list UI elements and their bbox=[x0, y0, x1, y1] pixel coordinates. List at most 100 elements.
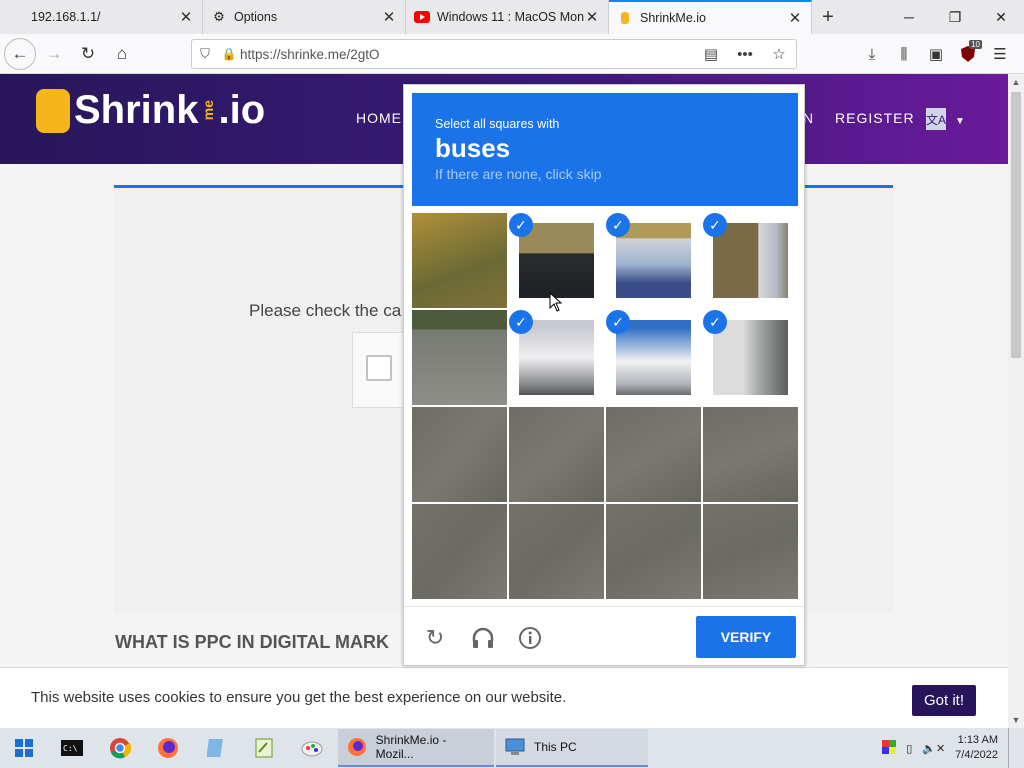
nav-register[interactable]: REGISTER bbox=[835, 110, 915, 126]
page-scrollbar[interactable]: ▲ ▼ bbox=[1008, 74, 1024, 728]
cookie-accept-button[interactable]: Got it! bbox=[912, 685, 976, 716]
captcha-tile-image bbox=[713, 223, 788, 298]
captcha-tile[interactable] bbox=[509, 504, 604, 599]
recaptcha-checkbox[interactable] bbox=[366, 355, 392, 381]
hand-icon bbox=[617, 10, 633, 26]
headphones-icon[interactable] bbox=[470, 625, 496, 651]
scrollbar-thumb[interactable] bbox=[1011, 92, 1021, 358]
captcha-tile[interactable] bbox=[412, 310, 507, 405]
notepadpp-icon[interactable] bbox=[240, 728, 288, 768]
window-controls: ─ ❐ ✕ bbox=[886, 0, 1024, 34]
captcha-tile[interactable] bbox=[606, 407, 701, 502]
chevron-down-icon[interactable]: ▼ bbox=[955, 116, 965, 127]
captcha-image-grid: ✓ ✓ ✓ ✓ ✓ ✓ bbox=[412, 213, 798, 599]
captcha-tile[interactable]: ✓ bbox=[703, 213, 798, 308]
verify-button[interactable]: VERIFY bbox=[696, 616, 796, 658]
chrome-icon[interactable] bbox=[96, 728, 144, 768]
windows-taskbar: C:\ ShrinkMe.io - Mozil... This PC ▯ 🔈✕ … bbox=[0, 728, 1024, 768]
captcha-tile[interactable] bbox=[412, 213, 507, 308]
captcha-tile[interactable]: ✓ bbox=[703, 310, 798, 405]
captcha-tile[interactable] bbox=[509, 407, 604, 502]
firefox-icon bbox=[346, 736, 368, 758]
back-button[interactable]: ← bbox=[4, 37, 36, 70]
bookmark-star-icon[interactable]: ☆ bbox=[762, 45, 796, 63]
captcha-tile[interactable]: ✓ bbox=[606, 213, 701, 308]
close-tab-icon[interactable]: ✕ bbox=[178, 8, 194, 26]
scroll-up-icon[interactable]: ▲ bbox=[1008, 74, 1024, 90]
more-actions-icon[interactable]: ••• bbox=[728, 46, 762, 63]
captcha-tile[interactable] bbox=[703, 504, 798, 599]
captcha-tile-image bbox=[519, 320, 594, 395]
clock-date: 7/4/2022 bbox=[955, 749, 998, 761]
windows-start-icon[interactable] bbox=[0, 728, 48, 768]
download-icon[interactable]: ⤓ bbox=[856, 38, 888, 70]
tab-shrinkme[interactable]: ShrinkMe.io ✕ bbox=[609, 0, 812, 34]
sidebar-icon[interactable]: ▣ bbox=[920, 38, 952, 70]
navigation-bar: ← → ↻ ⌂ ⛉ 🔒 https://shrinke.me/2gtO ▤ ••… bbox=[0, 34, 1024, 74]
checkmark-icon: ✓ bbox=[509, 213, 533, 237]
captcha-instruction: Select all squares with bbox=[435, 117, 560, 131]
taskbar-app-thispc[interactable]: This PC bbox=[496, 729, 648, 767]
captcha-tile[interactable] bbox=[606, 504, 701, 599]
battery-icon[interactable]: ▯ bbox=[906, 742, 912, 755]
page-icon bbox=[8, 9, 24, 25]
reload-button[interactable]: ↻ bbox=[72, 38, 104, 70]
captcha-tile[interactable]: ✓ bbox=[509, 310, 604, 405]
captcha-tile-image bbox=[412, 504, 507, 599]
computer-icon bbox=[504, 736, 526, 758]
language-icon[interactable]: 文A bbox=[926, 108, 946, 130]
taskbar-app-label: ShrinkMe.io - Mozil... bbox=[375, 733, 447, 761]
shield-icon[interactable]: ⛉ bbox=[192, 46, 218, 62]
menu-icon[interactable]: ☰ bbox=[984, 38, 1016, 70]
captcha-tile-image bbox=[412, 213, 507, 308]
captcha-tile[interactable] bbox=[412, 504, 507, 599]
captcha-tile[interactable] bbox=[412, 407, 507, 502]
taskbar-app-firefox[interactable]: ShrinkMe.io - Mozil... bbox=[338, 729, 494, 767]
url-bar[interactable]: ⛉ 🔒 https://shrinke.me/2gtO ▤ ••• ☆ bbox=[191, 39, 797, 69]
home-button[interactable]: ⌂ bbox=[106, 38, 138, 70]
paint-icon[interactable] bbox=[288, 728, 336, 768]
clock[interactable]: 1:13 AM 7/4/2022 bbox=[955, 733, 998, 763]
notepad-icon[interactable] bbox=[192, 728, 240, 768]
restore-button[interactable]: ❐ bbox=[932, 0, 978, 34]
reload-icon[interactable]: ↻ bbox=[422, 625, 448, 651]
tab-router[interactable]: 192.168.1.1/ ✕ bbox=[0, 0, 203, 34]
captcha-tile[interactable]: ✓ bbox=[606, 310, 701, 405]
tab-youtube[interactable]: Windows 11 : MacOS Mone ✕ bbox=[406, 0, 609, 34]
reader-view-icon[interactable]: ▤ bbox=[694, 45, 728, 63]
close-window-button[interactable]: ✕ bbox=[978, 0, 1024, 34]
site-logo[interactable]: Shrink me .io bbox=[36, 88, 265, 133]
extension-badge: 10 bbox=[969, 40, 982, 49]
firefox-icon[interactable] bbox=[144, 728, 192, 768]
lock-icon[interactable]: 🔒 bbox=[218, 47, 240, 61]
captcha-tile-image bbox=[412, 310, 507, 405]
close-tab-icon[interactable]: ✕ bbox=[584, 8, 600, 26]
info-icon[interactable] bbox=[517, 625, 543, 651]
url-text[interactable]: https://shrinke.me/2gtO bbox=[240, 47, 694, 62]
forward-button[interactable]: → bbox=[38, 38, 70, 70]
gear-icon: ⚙ bbox=[213, 9, 225, 24]
checkmark-icon: ✓ bbox=[606, 213, 630, 237]
color-icon[interactable] bbox=[882, 739, 897, 757]
captcha-tile-image bbox=[703, 504, 798, 599]
checkmark-icon: ✓ bbox=[606, 310, 630, 334]
terminal-icon[interactable]: C:\ bbox=[48, 728, 96, 768]
ublock-icon[interactable]: 10 bbox=[952, 38, 984, 70]
close-tab-icon[interactable]: ✕ bbox=[787, 9, 803, 27]
hand-icon bbox=[36, 88, 70, 133]
scroll-down-icon[interactable]: ▼ bbox=[1008, 712, 1024, 728]
new-tab-button[interactable]: + bbox=[812, 0, 844, 34]
checkmark-icon: ✓ bbox=[509, 310, 533, 334]
taskbar-app-label: This PC bbox=[534, 740, 577, 754]
tab-title: ShrinkMe.io bbox=[640, 11, 706, 25]
captcha-target: buses bbox=[435, 133, 511, 163]
close-tab-icon[interactable]: ✕ bbox=[381, 8, 397, 26]
volume-muted-icon[interactable]: 🔈✕ bbox=[922, 742, 945, 755]
captcha-tile[interactable] bbox=[703, 407, 798, 502]
minimize-button[interactable]: ─ bbox=[886, 0, 932, 34]
tab-options[interactable]: ⚙ Options ✕ bbox=[203, 0, 406, 34]
library-icon[interactable]: ⫼ bbox=[888, 38, 920, 70]
notifications-icon[interactable] bbox=[1008, 728, 1016, 768]
nav-home[interactable]: HOME bbox=[356, 110, 402, 126]
cookie-message: This website uses cookies to ensure you … bbox=[31, 689, 567, 706]
